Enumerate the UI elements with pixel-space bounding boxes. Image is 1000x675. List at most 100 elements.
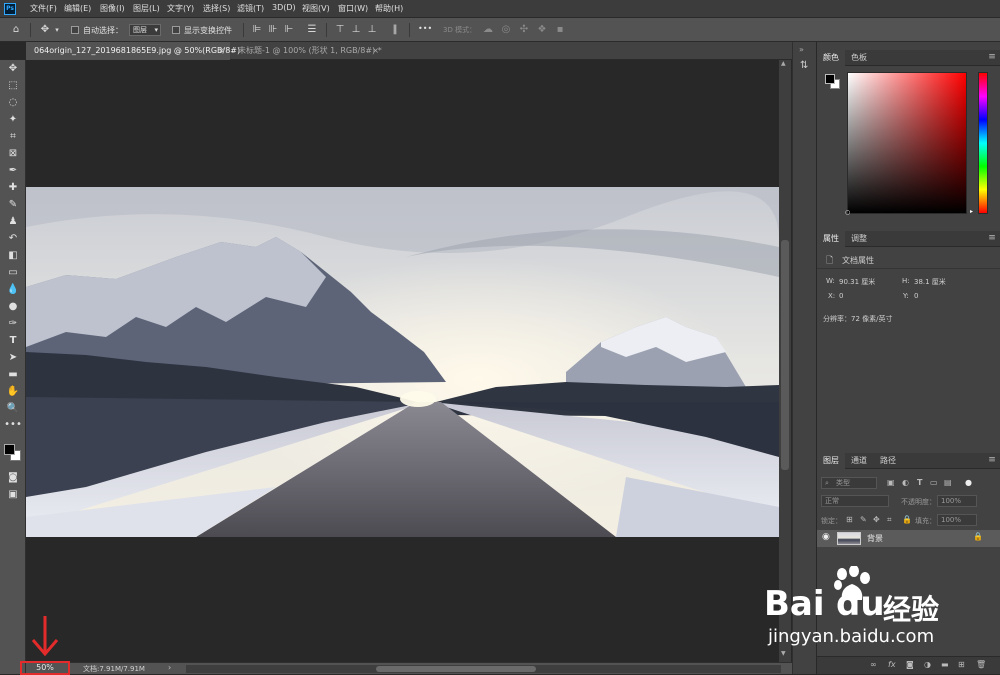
align-center-h-icon[interactable]: ⊪ (267, 24, 279, 36)
frame-tool-icon[interactable]: ⊠ (4, 147, 22, 161)
slide-3d-icon[interactable]: ❖ (536, 24, 548, 36)
lock-all-icon[interactable]: 🔒 (902, 515, 912, 524)
x-value[interactable]: 0 (839, 292, 843, 300)
gradient-tool-icon[interactable]: ▭ (4, 266, 22, 280)
new-group-icon[interactable]: ▬ (941, 660, 949, 669)
screen-mode-icon[interactable]: ▣ (4, 488, 22, 502)
chevron-down-icon[interactable]: ▾ (53, 24, 61, 36)
lock-image-icon[interactable]: ✎ (860, 515, 867, 524)
blur-tool-icon[interactable]: 💧 (4, 283, 22, 297)
menu-help[interactable]: 帮助(H) (375, 3, 403, 14)
visibility-eye-icon[interactable]: ◉ (822, 532, 830, 542)
delete-layer-icon[interactable]: 🗑 (976, 660, 986, 669)
menu-view[interactable]: 视图(V) (302, 3, 330, 14)
blend-mode-dropdown[interactable]: 正常 (821, 495, 889, 507)
new-layer-icon[interactable]: ⊞ (958, 660, 965, 669)
more-options-icon[interactable]: ••• (418, 24, 432, 33)
layer-row-background[interactable]: ◉ 背景 🔒 (817, 530, 1000, 547)
tab-swatches[interactable]: 色板 (845, 50, 873, 66)
menu-file[interactable]: 文件(F) (30, 3, 57, 14)
tab-paths[interactable]: 路径 (874, 453, 902, 469)
layer-filter-kind[interactable]: ⌕ 类型 (821, 477, 877, 489)
scrollbar-thumb[interactable] (781, 240, 789, 470)
layer-style-icon[interactable]: fx (888, 660, 896, 669)
clone-stamp-icon[interactable]: ♟ (4, 215, 22, 229)
width-value[interactable]: 90.31 厘米 (839, 277, 875, 287)
filter-toggle-icon[interactable]: ● (965, 478, 972, 487)
close-icon[interactable]: × (218, 42, 225, 60)
scroll-up-icon[interactable]: ▲ (781, 60, 786, 67)
menu-layer[interactable]: 图层(L) (133, 3, 160, 14)
align-bottom-icon[interactable]: ⊥ (366, 24, 378, 36)
menu-select[interactable]: 选择(S) (203, 3, 230, 14)
align-top-icon[interactable]: ⊤ (334, 24, 346, 36)
type-tool-icon[interactable]: T (4, 334, 22, 348)
filter-smart-icon[interactable]: ▤ (944, 478, 952, 487)
panel-menu-icon[interactable]: ≡ (987, 52, 997, 62)
auto-select-dropdown[interactable]: 图层 ▾ (129, 24, 161, 36)
eraser-icon[interactable]: ◧ (4, 249, 22, 263)
color-fg-swatch[interactable] (825, 74, 835, 84)
menu-filter[interactable]: 滤镜(T) (237, 3, 264, 14)
lock-transparent-icon[interactable]: ⊞ (846, 515, 853, 524)
hue-slider-handle-icon[interactable]: ▸ (970, 208, 973, 215)
lasso-tool-icon[interactable]: ◌ (4, 96, 22, 110)
move-tool-icon[interactable]: ✥ (4, 62, 22, 76)
foreground-color-swatch[interactable] (4, 444, 15, 455)
align-right-icon[interactable]: ⊩ (283, 24, 295, 36)
menu-window[interactable]: 窗口(W) (338, 3, 368, 14)
brush-tool-icon[interactable]: ✎ (4, 198, 22, 212)
tab-properties[interactable]: 属性 (817, 231, 845, 247)
canvas-area[interactable] (26, 60, 779, 662)
filter-shape-icon[interactable]: ▭ (930, 478, 938, 487)
dodge-tool-icon[interactable]: ● (4, 300, 22, 314)
magic-wand-icon[interactable]: ✦ (4, 113, 22, 127)
filter-pixel-icon[interactable]: ▣ (887, 478, 895, 487)
roll-3d-icon[interactable]: ◎ (500, 24, 512, 36)
layer-lock-icon[interactable]: 🔒 (973, 532, 983, 541)
eyedropper-icon[interactable]: ✒ (4, 164, 22, 178)
color-picker-field[interactable] (847, 72, 967, 214)
align-middle-icon[interactable]: ⊥ (350, 24, 362, 36)
filter-adjust-icon[interactable]: ◐ (902, 478, 909, 487)
home-icon[interactable]: ⌂ (9, 24, 23, 36)
edit-toolbar-icon[interactable]: ••• (4, 418, 22, 432)
layer-name[interactable]: 背景 (867, 533, 883, 544)
scale-3d-icon[interactable]: ▪ (554, 24, 566, 36)
opacity-input[interactable]: 100% (937, 495, 977, 507)
distribute-icon[interactable]: ☰ (306, 24, 318, 36)
menu-edit[interactable]: 编辑(E) (64, 3, 91, 14)
panel-menu-icon[interactable]: ≡ (987, 233, 997, 243)
tab-layers[interactable]: 图层 (817, 453, 845, 469)
hand-tool-icon[interactable]: ✋ (4, 385, 22, 399)
y-value[interactable]: 0 (914, 292, 918, 300)
adjustment-layer-icon[interactable]: ◑ (924, 660, 931, 669)
lock-position-icon[interactable]: ✥ (873, 515, 880, 524)
align-left-icon[interactable]: ⊫ (251, 24, 263, 36)
tab-document-2[interactable]: 未标题-1 @ 100% (形状 1, RGB/8#) * × (230, 42, 384, 60)
show-transform-checkbox[interactable] (172, 26, 180, 34)
tab-document-1[interactable]: 064origin_127_2019681865E9.jpg @ 50%(RGB… (26, 42, 240, 60)
collapse-icon[interactable]: » (799, 45, 804, 54)
tab-color[interactable]: 颜色 (817, 50, 845, 66)
scrollbar-thumb[interactable] (376, 666, 536, 672)
pan-3d-icon[interactable]: ✣ (518, 24, 530, 36)
marquee-tool-icon[interactable]: ⬚ (4, 79, 22, 93)
crop-tool-icon[interactable]: ⌗ (4, 130, 22, 144)
auto-select-checkbox[interactable] (71, 26, 79, 34)
pen-tool-icon[interactable]: ✑ (4, 317, 22, 331)
path-select-icon[interactable]: ➤ (4, 351, 22, 365)
menu-type[interactable]: 文字(Y) (167, 3, 194, 14)
menu-3d[interactable]: 3D(D) (272, 3, 296, 12)
history-brush-icon[interactable]: ↶ (4, 232, 22, 246)
color-picker-handle-icon[interactable]: ○ (845, 209, 850, 216)
height-value[interactable]: 38.1 厘米 (914, 277, 946, 287)
close-icon[interactable]: × (372, 42, 379, 60)
zoom-tool-icon[interactable]: 🔍 (4, 402, 22, 416)
filter-type-icon[interactable]: T (917, 478, 922, 487)
panel-menu-icon[interactable]: ≡ (987, 455, 997, 465)
healing-brush-icon[interactable]: ✚ (4, 181, 22, 195)
zoom-level-field[interactable]: 50% (20, 661, 70, 675)
link-layers-icon[interactable]: ∞ (870, 660, 877, 669)
quick-mask-icon[interactable]: ◙ (4, 471, 22, 485)
